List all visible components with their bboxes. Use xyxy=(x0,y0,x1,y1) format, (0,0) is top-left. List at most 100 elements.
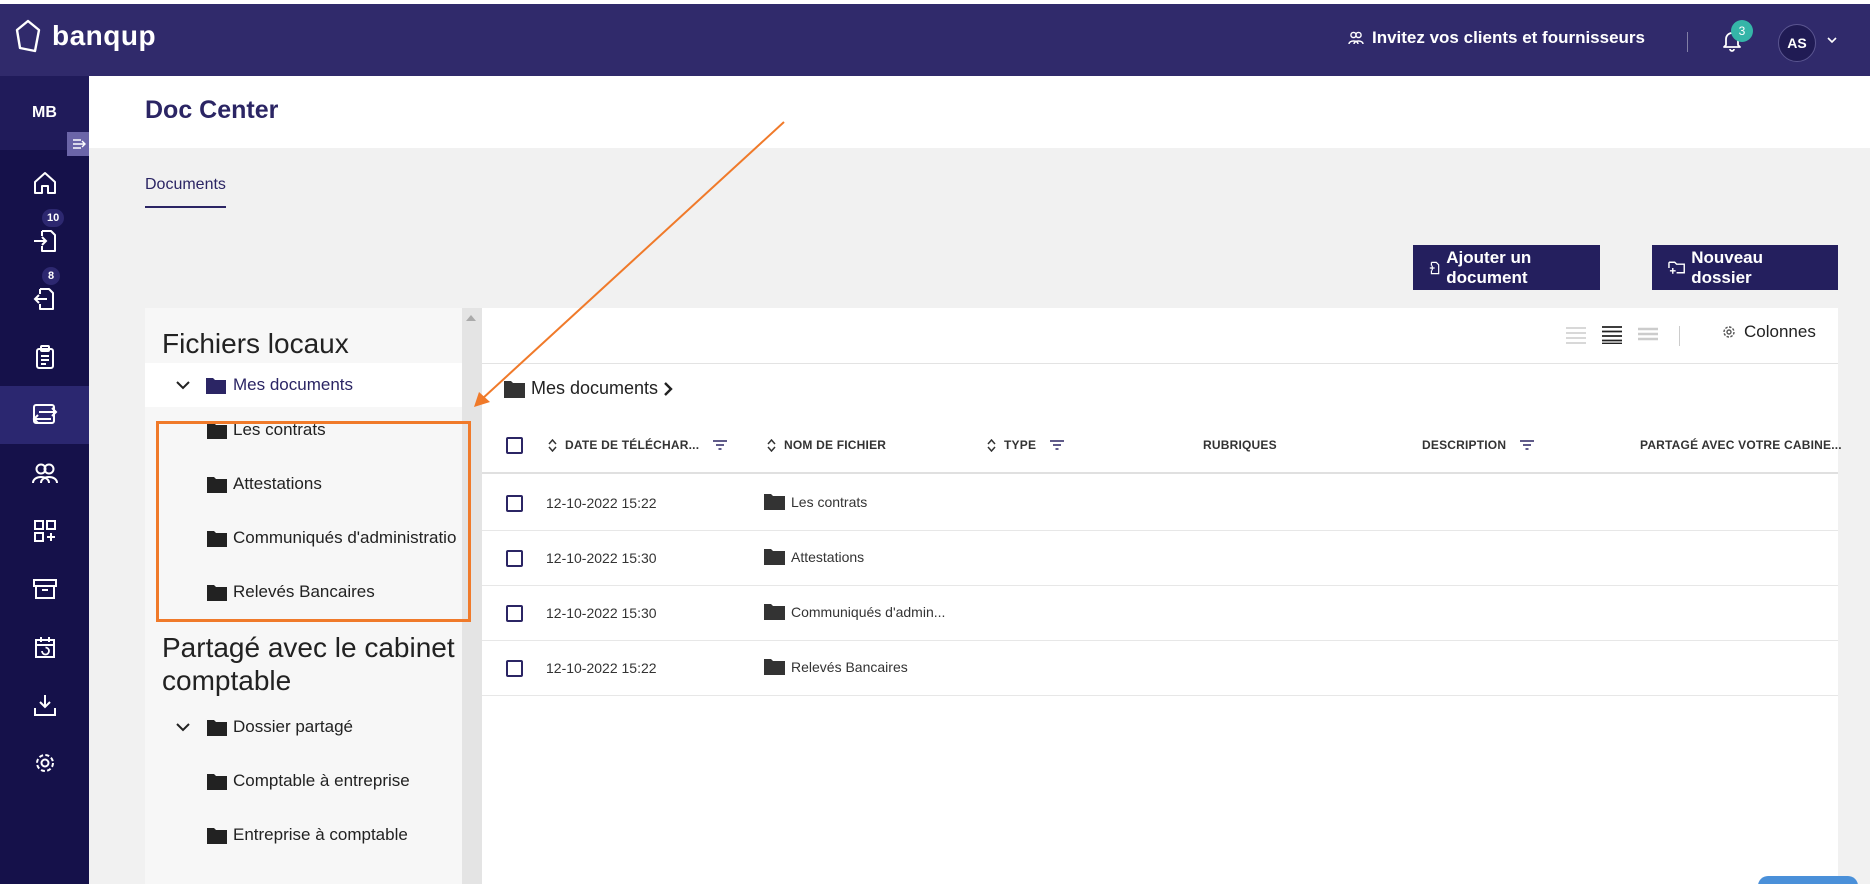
row-date: 12-10-2022 15:30 xyxy=(546,605,657,621)
column-header-label: TYPE xyxy=(1004,438,1037,452)
filter-icon[interactable] xyxy=(1050,440,1065,450)
top-bar: banqup Invitez vos clients et fournisseu… xyxy=(0,4,1870,76)
scroll-up-arrow-icon[interactable] xyxy=(466,314,476,321)
people-icon xyxy=(1348,31,1364,45)
table-row[interactable]: 12-10-2022 15:30 Communiqués d'admin... xyxy=(482,586,1838,641)
row-checkbox[interactable] xyxy=(506,495,523,512)
calendar-sync-icon xyxy=(34,637,55,658)
table-row[interactable]: 12-10-2022 15:30 Attestations xyxy=(482,531,1838,586)
contacts-icon xyxy=(31,463,58,484)
folder-icon xyxy=(207,827,227,844)
row-filename-label: Attestations xyxy=(791,548,865,565)
row-filename[interactable]: Attestations xyxy=(764,548,864,565)
columns-label: Colonnes xyxy=(1744,322,1816,341)
filter-icon[interactable] xyxy=(1520,440,1535,450)
folder-icon xyxy=(206,377,226,394)
column-header-label: PARTAGÉ AVEC VOTRE CABINE... xyxy=(1640,438,1842,452)
sidebar-item-settings[interactable] xyxy=(0,734,89,792)
row-filename[interactable]: Communiqués d'admin... xyxy=(764,603,945,620)
sidebar-item-schedule[interactable] xyxy=(0,618,89,676)
sidebar-item-apps[interactable] xyxy=(0,502,89,560)
column-header-rubriques[interactable]: RUBRIQUES xyxy=(1203,438,1277,452)
sidebar-item-doc-center[interactable] xyxy=(0,386,89,444)
column-header-type[interactable]: TYPE xyxy=(987,438,1065,452)
row-date: 12-10-2022 15:22 xyxy=(546,660,657,676)
folder-icon xyxy=(207,719,227,736)
row-checkbox[interactable] xyxy=(506,550,523,567)
new-folder-label: Nouveau dossier xyxy=(1691,247,1763,287)
brand-name: banqup xyxy=(52,20,157,51)
column-header-date[interactable]: DATE DE TÉLÉCHAR... xyxy=(548,438,728,452)
notification-count-badge: 3 xyxy=(1731,20,1753,42)
settings-gear-icon xyxy=(35,754,54,772)
chevron-down-icon[interactable] xyxy=(176,380,190,390)
home-icon xyxy=(33,172,56,194)
tree-item-label: Mes documents xyxy=(233,375,353,394)
tree-item-label: Entreprise à comptable xyxy=(233,825,408,844)
column-header-filename[interactable]: NOM DE FICHIER xyxy=(767,438,886,452)
breadcrumb-item[interactable]: Mes documents xyxy=(531,378,658,399)
row-filename-label: Communiqués d'admin... xyxy=(791,603,946,620)
app-frame: banqup Invitez vos clients et fournisseu… xyxy=(0,0,1870,884)
column-header-label: NOM DE FICHIER xyxy=(784,438,887,452)
folder-icon xyxy=(504,380,525,398)
tree-item-entreprise-comptable[interactable]: Entreprise à comptable xyxy=(145,813,462,857)
add-document-button[interactable]: Ajouter un document xyxy=(1413,245,1600,290)
chevron-right-icon xyxy=(664,381,673,396)
tree-item-mes-documents[interactable]: Mes documents xyxy=(145,363,462,407)
banqup-logo-icon xyxy=(15,19,41,53)
row-checkbox[interactable] xyxy=(506,660,523,677)
invite-contacts-link[interactable]: Invitez vos clients et fournisseurs xyxy=(1348,28,1645,48)
select-all-checkbox[interactable] xyxy=(506,437,523,454)
row-date: 12-10-2022 15:30 xyxy=(546,550,657,566)
banqup-logo[interactable]: banqup xyxy=(14,18,156,54)
filter-icon[interactable] xyxy=(713,440,728,450)
chevron-down-icon[interactable] xyxy=(1827,37,1837,44)
chevron-down-icon[interactable] xyxy=(176,722,190,732)
column-header-label: DATE DE TÉLÉCHAR... xyxy=(565,438,700,452)
apps-add-icon xyxy=(33,520,56,542)
comfortable-view-icon[interactable] xyxy=(1638,326,1658,344)
compact-view-icon[interactable] xyxy=(1566,326,1586,344)
sidebar-item-archive[interactable] xyxy=(0,560,89,618)
column-header-shared[interactable]: PARTAGÉ AVEC VOTRE CABINE... xyxy=(1640,438,1842,452)
documents-table-panel: Colonnes Mes documents DATE DE TÉLÉCHAR.… xyxy=(482,308,1842,884)
clipboard-icon xyxy=(35,345,54,369)
sidebar-item-contacts[interactable] xyxy=(0,444,89,502)
tree-item-comptable-entreprise[interactable]: Comptable à entreprise xyxy=(145,759,462,803)
local-files-heading: Fichiers locaux xyxy=(162,328,349,359)
row-filename[interactable]: Relevés Bancaires xyxy=(764,658,908,675)
annotation-highlight-box xyxy=(156,421,471,622)
row-filename[interactable]: Les contrats xyxy=(764,493,867,510)
tree-item-dossier-partage[interactable]: Dossier partagé xyxy=(145,705,462,749)
column-header-label: RUBRIQUES xyxy=(1203,438,1277,452)
folder-icon xyxy=(764,604,785,620)
row-date: 12-10-2022 15:22 xyxy=(546,495,657,511)
column-header-label: DESCRIPTION xyxy=(1422,438,1507,452)
table-header: DATE DE TÉLÉCHAR... NOM DE FICHIER TYPE … xyxy=(482,418,1842,474)
folder-icon xyxy=(207,773,227,790)
row-checkbox[interactable] xyxy=(506,605,523,622)
topbar-divider xyxy=(1687,32,1688,52)
columns-button[interactable]: Colonnes xyxy=(1722,322,1816,342)
sidebar-item-home[interactable] xyxy=(0,154,89,212)
table-row[interactable]: 12-10-2022 15:22 Les contrats xyxy=(482,476,1838,531)
column-header-description[interactable]: DESCRIPTION xyxy=(1422,438,1535,452)
row-filename-label: Les contrats xyxy=(791,493,868,510)
user-avatar[interactable]: AS xyxy=(1778,24,1816,62)
collapse-arrow-icon xyxy=(73,139,86,149)
sidebar: MB 10 8 xyxy=(0,76,93,884)
folder-icon xyxy=(764,494,785,510)
new-folder-button[interactable]: Nouveau dossier xyxy=(1652,245,1838,290)
tree-item-label: Comptable à entreprise xyxy=(233,771,410,790)
chat-widget-button[interactable] xyxy=(1758,876,1858,884)
table-row[interactable]: 12-10-2022 15:22 Relevés Bancaires xyxy=(482,641,1838,696)
breadcrumb: Mes documents xyxy=(504,378,673,399)
row-filename-label: Relevés Bancaires xyxy=(791,658,908,675)
list-view-icon[interactable] xyxy=(1602,326,1622,344)
tab-documents[interactable]: Documents xyxy=(145,176,226,208)
table-toolbar: Colonnes xyxy=(482,308,1838,364)
sidebar-item-downloads[interactable] xyxy=(0,676,89,734)
gear-icon xyxy=(1723,326,1735,338)
sidebar-item-tasks[interactable] xyxy=(0,328,89,386)
